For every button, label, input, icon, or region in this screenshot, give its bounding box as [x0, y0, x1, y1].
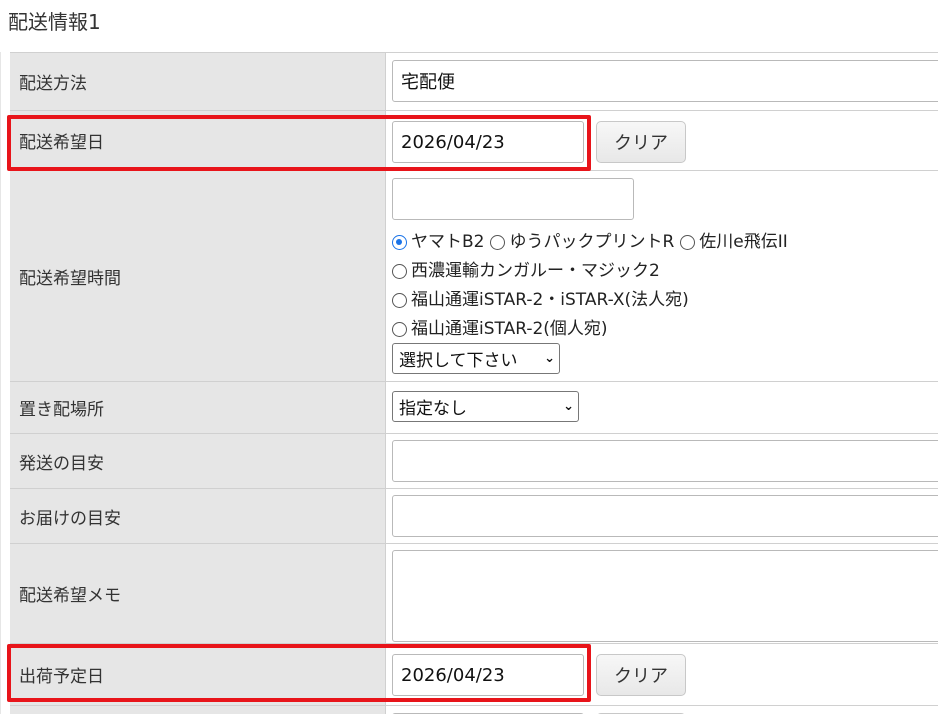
row-delivery-method: 配送方法 宅配便 [10, 52, 938, 110]
delivery-estimate-input[interactable] [392, 495, 938, 537]
row-delivery-estimate: お届けの目安 [10, 488, 938, 543]
chevron-down-icon: ⌄ [544, 351, 555, 366]
highlight-ship-date [7, 644, 591, 702]
ship-estimate-input[interactable] [392, 440, 938, 482]
delivery-method-label: 配送方法 [10, 52, 385, 110]
drop-location-select[interactable]: 指定なし ⌄ [392, 391, 579, 422]
chevron-down-icon: ⌄ [563, 399, 574, 414]
row-delivery-memo: 配送希望メモ [10, 543, 938, 643]
desired-time-cell: ヤマトB2 ゆうパックプリントR 佐川e飛伝II 西濃運輸カンガルー・マジック2… [385, 170, 938, 381]
desired-date-clear-button[interactable]: クリア [596, 121, 686, 163]
delivery-method-input[interactable]: 宅配便 [392, 60, 938, 102]
radio-fukuyama-istar-corporate[interactable]: 福山通運iSTAR-2・iSTAR-X(法人宛) [392, 286, 689, 315]
radio-selected-icon [392, 235, 407, 250]
radio-unselected-icon [490, 235, 506, 250]
radio-seino-kangaroo[interactable]: 西濃運輸カンガルー・マジック2 [392, 257, 660, 286]
section-title: 配送情報1 [8, 10, 101, 34]
delivery-memo-textarea[interactable] [392, 550, 938, 642]
desired-time-input[interactable] [392, 178, 634, 220]
delivery-memo-cell [385, 543, 938, 643]
drop-location-cell: 指定なし ⌄ [385, 381, 938, 433]
radio-yamato-b2[interactable]: ヤマトB2 [392, 228, 484, 257]
radio-yupack-print-r[interactable]: ゆうパックプリントR [490, 228, 674, 257]
desired-time-label: 配送希望時間 [10, 170, 385, 381]
ship-estimate-cell [385, 433, 938, 488]
delivery-estimate-label: お届けの目安 [10, 488, 385, 543]
next-row-label [10, 705, 385, 714]
drop-location-label: 置き配場所 [10, 381, 385, 433]
delivery-estimate-cell [385, 488, 938, 543]
radio-unselected-icon [392, 322, 407, 337]
desired-time-select[interactable]: 選択して下さい ⌄ [392, 343, 560, 374]
delivery-method-cell: 宅配便 [385, 52, 938, 110]
radio-sagawa-ehiden[interactable]: 佐川e飛伝II [680, 228, 788, 257]
ship-date-clear-button[interactable]: クリア [596, 654, 686, 696]
delivery-info-page: 配送情報1 配送方法 宅配便 配送希望日 2026/04/23 クリア 配送希望… [0, 0, 938, 714]
highlight-desired-date [7, 115, 591, 171]
delivery-memo-label: 配送希望メモ [10, 543, 385, 643]
row-next-partial [10, 705, 938, 714]
row-desired-time: 配送希望時間 ヤマトB2 ゆうパックプリントR 佐川e飛伝II 西濃運輸カンガル… [10, 170, 938, 381]
row-ship-estimate: 発送の目安 [10, 433, 938, 488]
radio-unselected-icon [392, 264, 407, 279]
radio-unselected-icon [680, 235, 696, 250]
radio-fukuyama-istar-personal[interactable]: 福山通運iSTAR-2(個人宛) [392, 315, 608, 344]
row-drop-location: 置き配場所 指定なし ⌄ [10, 381, 938, 433]
carrier-radio-group: ヤマトB2 ゆうパックプリントR 佐川e飛伝II 西濃運輸カンガルー・マジック2… [392, 228, 794, 344]
radio-unselected-icon [392, 293, 407, 308]
next-row-cell [385, 705, 938, 714]
ship-estimate-label: 発送の目安 [10, 433, 385, 488]
left-divider [0, 52, 1, 714]
